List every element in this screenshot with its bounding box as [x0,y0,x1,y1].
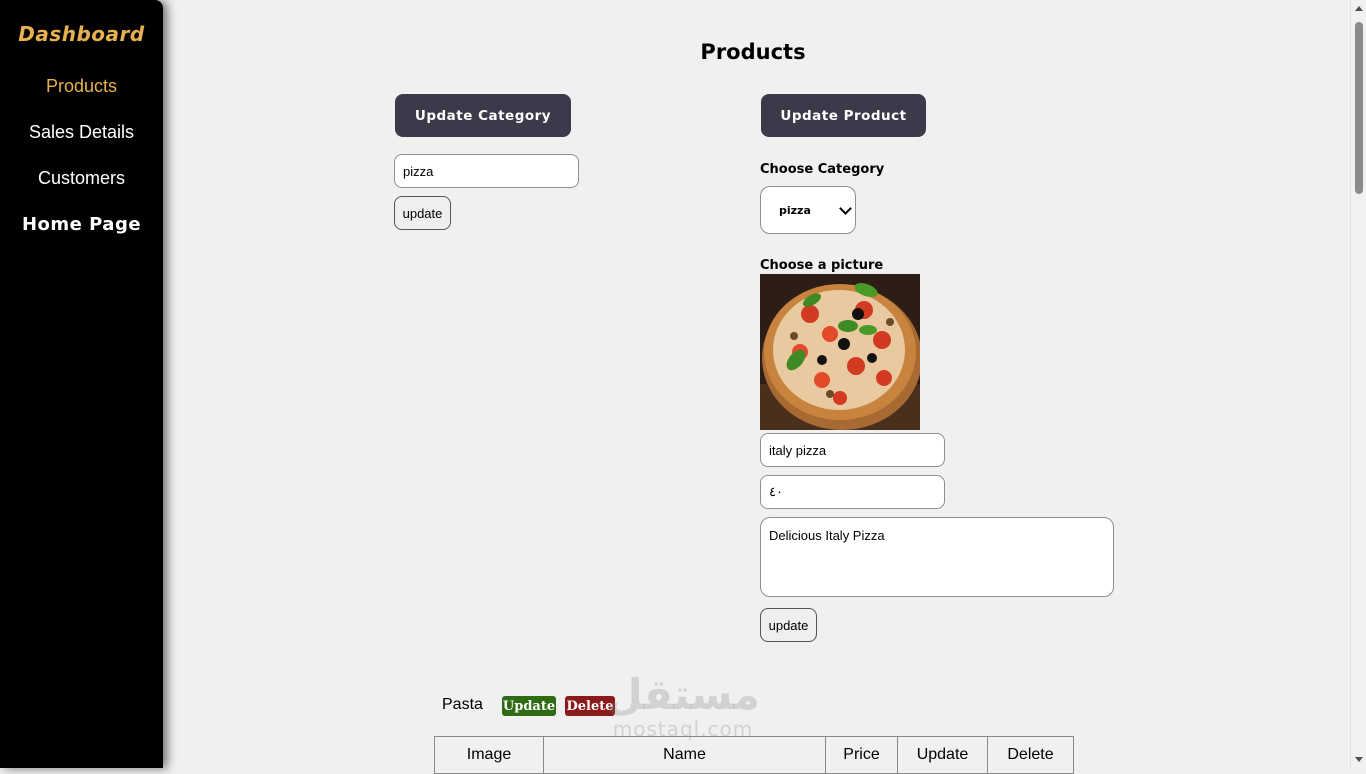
category-delete-button[interactable]: Delete [565,696,615,716]
category-name-input[interactable] [394,154,579,188]
brand-title[interactable]: Dashboard [0,22,163,46]
product-name-input[interactable] [760,433,945,467]
product-description-textarea[interactable]: Delicious Italy Pizza [760,517,1114,597]
sidebar-item-customers[interactable]: Customers [0,168,163,189]
sidebar-item-products[interactable]: Products [0,76,163,97]
page-title: Products [700,40,806,64]
watermark: مستقل mostaql.com [598,670,768,741]
choose-picture-label: Choose a picture [760,258,884,273]
category-select[interactable]: pizza [760,186,856,234]
pizza-picture [760,274,920,430]
category-select-value: pizza [779,204,811,217]
sidebar-item-home-page[interactable]: Home Page [0,214,163,235]
sidebar: Dashboard Products Sales Details Custome… [0,0,163,768]
update-product-submit-button[interactable]: update [760,608,817,642]
page-scrollbar[interactable] [1350,0,1366,768]
scroll-up-arrow-icon[interactable] [1351,0,1366,16]
update-category-submit-button[interactable]: update [394,196,451,230]
choose-category-label: Choose Category [760,162,885,177]
watermark-arabic: مستقل [606,670,760,719]
pizza-image[interactable] [760,274,920,430]
sidebar-item-sales-details[interactable]: Sales Details [0,122,163,143]
scrollbar-thumb[interactable] [1355,22,1363,194]
category-row-name: Pasta [442,696,483,713]
update-product-button[interactable]: Update Product [761,94,926,137]
products-table: Image Name Price Update Delete [434,736,1074,774]
category-update-button[interactable]: Update [502,696,556,716]
chevron-down-icon [839,202,852,215]
update-category-button[interactable]: Update Category [395,94,571,137]
product-price-input[interactable] [760,475,945,509]
scroll-down-arrow-icon[interactable] [1351,752,1366,768]
